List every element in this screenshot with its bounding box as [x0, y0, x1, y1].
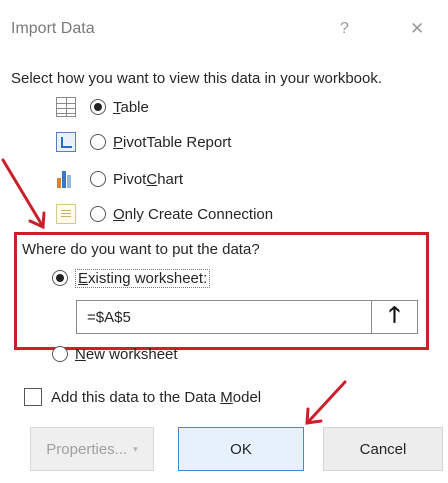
- ok-button[interactable]: OK: [178, 427, 304, 471]
- connection-icon: [56, 204, 76, 224]
- chevron-down-icon: ▾: [133, 443, 138, 454]
- up-arrow-icon: 🡑: [388, 302, 401, 327]
- new-worksheet-label: New worksheet: [75, 345, 178, 363]
- option-pivotchart[interactable]: PivotChart: [56, 167, 183, 191]
- option-connection[interactable]: Only Create Connection: [56, 202, 273, 226]
- cell-reference-value[interactable]: =$A$5: [87, 309, 131, 326]
- properties-label: Properties...: [46, 440, 128, 458]
- data-model-checkbox[interactable]: [24, 388, 42, 406]
- pivottable-label: PivotTable Report: [113, 133, 232, 151]
- cell-reference-input[interactable]: =$A$5 🡑: [76, 300, 418, 334]
- option-table[interactable]: Table: [56, 95, 149, 119]
- connection-radio[interactable]: [90, 206, 106, 222]
- table-radio[interactable]: [90, 99, 106, 115]
- close-button[interactable]: ✕: [410, 19, 424, 39]
- where-question: Where do you want to put the data?: [22, 241, 260, 258]
- option-pivottable[interactable]: PivotTable Report: [56, 130, 231, 154]
- table-label: Table: [113, 98, 149, 116]
- pivottable-icon: [56, 132, 76, 152]
- pivotchart-icon: [56, 169, 76, 189]
- view-prompt: Select how you want to view this data in…: [11, 70, 383, 87]
- data-model-option[interactable]: Add this data to the Data Model: [24, 386, 261, 408]
- cancel-button[interactable]: Cancel: [323, 427, 443, 471]
- collapse-dialog-button[interactable]: 🡑: [371, 301, 417, 333]
- option-new-worksheet[interactable]: New worksheet: [52, 343, 178, 365]
- connection-label: Only Create Connection: [113, 205, 274, 223]
- help-button[interactable]: ?: [340, 20, 349, 38]
- title-bar: Import Data ? ✕: [0, 0, 448, 60]
- red-arrow-ok: [305, 380, 347, 425]
- pivottable-radio[interactable]: [90, 134, 106, 150]
- new-worksheet-radio[interactable]: [52, 346, 68, 362]
- dialog-title: Import Data: [11, 20, 95, 37]
- option-existing-worksheet[interactable]: Existing worksheet:: [52, 266, 211, 290]
- existing-worksheet-label: Existing worksheet:: [75, 268, 211, 288]
- properties-button[interactable]: Properties... ▾: [30, 427, 154, 471]
- existing-worksheet-radio[interactable]: [52, 270, 68, 286]
- data-model-label: Add this data to the Data Model: [51, 388, 262, 406]
- pivotchart-label: PivotChart: [113, 170, 184, 188]
- pivotchart-radio[interactable]: [90, 171, 106, 187]
- red-arrow-left: [1, 158, 46, 230]
- table-icon: [56, 97, 76, 117]
